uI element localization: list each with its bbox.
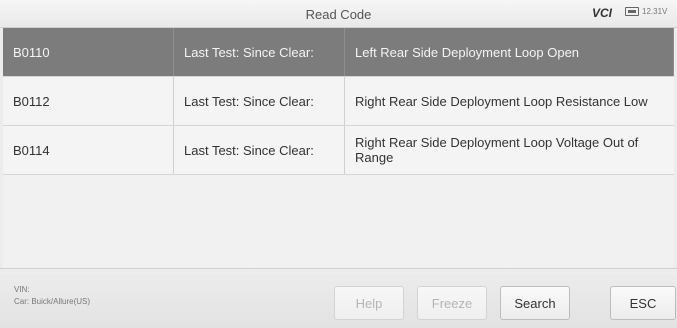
status-cell: Last Test: Since Clear: bbox=[174, 126, 345, 174]
code-cell: B0114 bbox=[3, 126, 174, 174]
page-title: Read Code bbox=[305, 7, 372, 22]
table-row[interactable]: B0110 Last Test: Since Clear: Left Rear … bbox=[3, 28, 674, 77]
code-cell: B0110 bbox=[3, 28, 174, 76]
esc-button[interactable]: ESC bbox=[610, 286, 676, 320]
battery-status: 12.31V bbox=[625, 7, 667, 16]
code-cell: B0112 bbox=[3, 77, 174, 125]
battery-voltage: 12.31V bbox=[642, 7, 668, 16]
description-cell: Right Rear Side Deployment Loop Resistan… bbox=[355, 93, 648, 109]
empty-list-area bbox=[3, 175, 674, 268]
help-button[interactable]: Help bbox=[334, 286, 404, 320]
status-cell: Last Test: Since Clear: bbox=[174, 28, 345, 76]
description-cell: Left Rear Side Deployment Loop Open bbox=[345, 28, 674, 76]
description-cell: Right Rear Side Deployment Loop Voltage … bbox=[355, 135, 639, 165]
search-button[interactable]: Search bbox=[500, 286, 570, 320]
freeze-button[interactable]: Freeze bbox=[417, 286, 487, 320]
car-label: Car: Buick/Allure(US) bbox=[14, 297, 91, 306]
vci-status-label: VCI bbox=[592, 6, 613, 20]
bottom-bar: VIN: Car: Buick/Allure(US) Help Freeze S… bbox=[0, 268, 677, 328]
code-table: B0110 Last Test: Since Clear: Left Rear … bbox=[3, 28, 674, 175]
battery-icon bbox=[625, 7, 639, 16]
table-row[interactable]: B0114 Last Test: Since Clear: Right Rear… bbox=[3, 126, 674, 175]
status-cell: Last Test: Since Clear: bbox=[174, 77, 345, 125]
table-row[interactable]: B0112 Last Test: Since Clear: Right Rear… bbox=[3, 77, 674, 126]
vin-label: VIN: bbox=[14, 285, 30, 294]
top-bar: Read Code VCI 12.31V bbox=[0, 0, 677, 28]
